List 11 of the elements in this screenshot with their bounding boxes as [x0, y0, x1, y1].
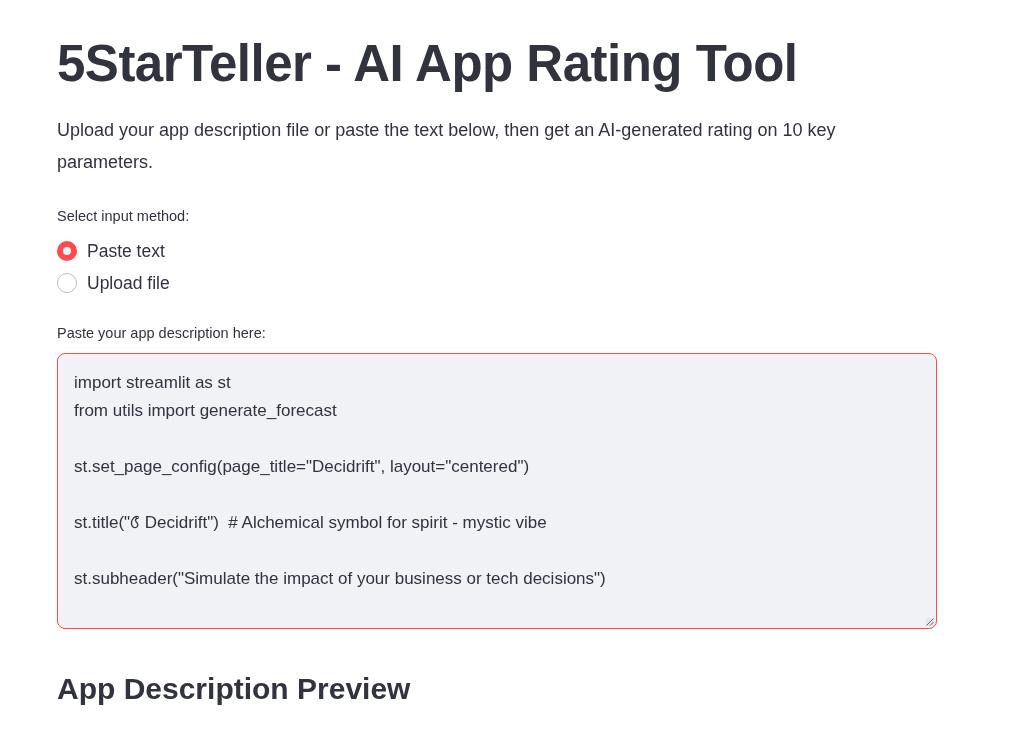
text-area-label: Paste your app description here: [57, 324, 266, 343]
radio-label[interactable]: Upload file [87, 273, 170, 293]
radio-button[interactable] [57, 241, 77, 261]
page-title: 5StarTeller - AI App Rating Tool [57, 34, 798, 94]
section-heading: App Description Preview [57, 671, 411, 707]
text-area[interactable]: import streamlit as st from utils import generate_forecast st.set_page_config(page_title="Decidrift", layout="centered") st.title("🝭 Decidrift") # Alchemical symbol for spirit - mystic vibe st.subheader("Simulate the impact of your business or tech decisions") [57, 353, 937, 629]
radio-label[interactable]: Paste text [87, 241, 165, 261]
radio-group-label: Select input method: [57, 207, 190, 226]
resize-handle-icon[interactable] [926, 618, 934, 626]
intro-paragraph: Upload your app description file or paste the text below, then get an AI-generated rating on 10 key parameters. [57, 119, 837, 174]
radio-button[interactable] [57, 273, 77, 293]
